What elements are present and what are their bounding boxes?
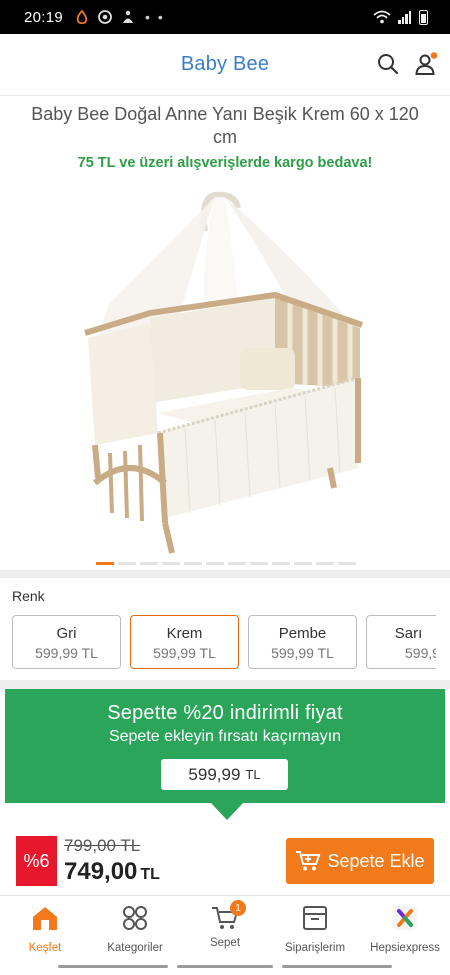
nav-item-kategoriler[interactable]: Kategoriler [90,896,180,957]
cart-count-badge: 1 [230,900,246,916]
image-carousel-indicator[interactable] [96,562,356,565]
price-currency: TL [140,866,160,883]
color-name: Krem [166,625,203,642]
carousel-dot[interactable] [140,562,158,565]
more-notifications: • • [145,9,165,25]
home-icon [33,907,57,930]
color-options: Gri 599,99 TL Krem 599,99 TL Pembe 599,9… [12,615,436,669]
nav-item-kesfet[interactable]: Keşfet [0,896,90,957]
nav-label: Keşfet [28,942,62,954]
cart-icon [296,851,321,871]
wifi-icon [373,10,391,24]
color-option-pembe[interactable]: Pembe 599,99 TL [248,615,357,669]
gesture-handle[interactable] [177,965,273,968]
promo-subtitle: Sepete ekleyin fırsatı kaçırmayın [108,728,342,745]
notification-icons [75,9,135,25]
nav-label: Siparişlerim [284,942,346,954]
promo-price: 599,99 [188,764,241,784]
old-price: 799,00 TL [64,836,141,855]
user-icon[interactable] [414,52,438,76]
gesture-bar [0,957,450,975]
status-bar: 20:19 • • [0,0,450,34]
carousel-dot[interactable] [294,562,312,565]
nav-label: Sepet [209,937,241,949]
color-price: 599,99 TL [153,645,216,661]
promo-arrow [211,803,243,820]
section-divider [0,570,450,578]
free-shipping-note: 75 TL ve üzeri alışverişlerde kargo beda… [77,155,373,171]
color-option-gri[interactable]: Gri 599,99 TL [12,615,121,669]
hepsiexpress-icon [393,906,417,930]
nav-label: Kategoriler [107,942,163,954]
color-price: 599,99 TL [271,645,334,661]
color-name: Gri [56,625,77,642]
carousel-dot[interactable] [118,562,136,565]
signal-icon [398,10,412,24]
chrome-icon [98,10,112,24]
nav-item-sepet[interactable]: 1 Sepet [180,896,270,957]
nav-item-hepsiexpress[interactable]: Hepsiexpress [360,896,450,957]
product-title: Baby Bee Doğal Anne Yanı Beşik Krem 60 x… [31,104,419,147]
brand-title[interactable]: Baby Bee [181,53,269,76]
promo-currency: TL [245,767,261,782]
color-price: 599,99 TL [405,645,436,661]
grid-icon [123,906,147,930]
figure-icon [123,10,134,23]
carousel-dot[interactable] [272,562,290,565]
carousel-dot[interactable] [162,562,180,565]
section-divider [0,680,450,689]
gesture-handle[interactable] [58,965,168,968]
status-time: 20:19 [24,8,64,26]
carousel-dot[interactable] [228,562,246,565]
current-price: 749,00 TL [64,858,160,886]
discount-badge: %6 [16,836,57,886]
basket-discount-banner: Sepette %20 indirimli fiyat Sepete ekley… [5,689,445,803]
add-to-cart-button[interactable]: Sepete Ekle [286,838,434,884]
battery-icon [419,9,428,25]
header-icons [376,52,438,76]
color-name: Pembe [278,625,327,642]
search-icon[interactable] [376,52,400,76]
carousel-dot[interactable] [250,562,268,565]
gesture-handle[interactable] [282,965,392,968]
color-option-sari[interactable]: Sarı 599,99 TL [366,615,436,669]
app-notification-icon [76,9,88,24]
carousel-dot[interactable] [316,562,334,565]
bottom-navigation: Keşfet Kategoriler 1 Sepet Siparişlerim … [0,895,450,957]
color-option-krem[interactable]: Krem 599,99 TL [130,615,239,669]
system-icons [373,9,428,25]
cart-icon-wrap: 1 [210,900,246,933]
app-header: Baby Bee [0,34,450,96]
nav-label: Hepsiexpress [370,942,440,954]
price-value: 749,00 [64,858,138,885]
carousel-dot[interactable] [206,562,224,565]
carousel-dot[interactable] [96,562,114,565]
box-icon [303,906,327,930]
color-label: Renk [12,588,45,604]
promo-price-box: 599,99 TL [161,759,288,790]
color-name: Sarı [394,625,423,642]
carousel-dot[interactable] [184,562,202,565]
color-price: 599,99 TL [35,645,98,661]
add-to-cart-label: Sepete Ekle [327,850,425,871]
product-image[interactable] [0,183,450,558]
promo-title: Sepette %20 indirimli fiyat [107,702,343,724]
nav-item-siparislerim[interactable]: Siparişlerim [270,896,360,957]
carousel-dot[interactable] [338,562,356,565]
